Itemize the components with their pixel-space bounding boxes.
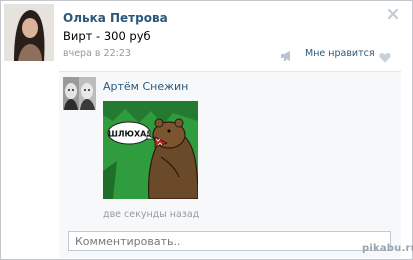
watermark: pikabu.ru [362, 243, 413, 254]
heart-icon [379, 48, 391, 62]
post-text: Вирт - 300 руб [63, 29, 151, 43]
commenter-photo [63, 77, 96, 110]
comment-image[interactable]: ШЛЮХА! [103, 101, 198, 199]
megaphone-icon[interactable] [280, 47, 294, 61]
author-photo [4, 4, 54, 61]
wall-post: Олька Петрова Вирт - 300 руб вчера в 22:… [0, 0, 413, 260]
comment-block: Артём Снежин ШЛЮХА! две секунды назад Ко… [59, 71, 401, 258]
comment-input[interactable] [68, 231, 391, 251]
close-icon[interactable] [386, 6, 400, 20]
commenter-avatar[interactable] [63, 77, 96, 110]
speech-bubble-text: ШЛЮХА! [108, 130, 150, 139]
comment-author-name[interactable]: Артём Снежин [103, 80, 188, 93]
post-time[interactable]: вчера в 22:23 [63, 48, 131, 59]
comment-time[interactable]: две секунды назад [103, 209, 199, 220]
like-label: Мне нравится [305, 47, 375, 59]
like-button[interactable]: Мне нравится [305, 47, 394, 62]
post-author-name[interactable]: Олька Петрова [63, 11, 168, 25]
author-avatar[interactable] [4, 4, 54, 61]
